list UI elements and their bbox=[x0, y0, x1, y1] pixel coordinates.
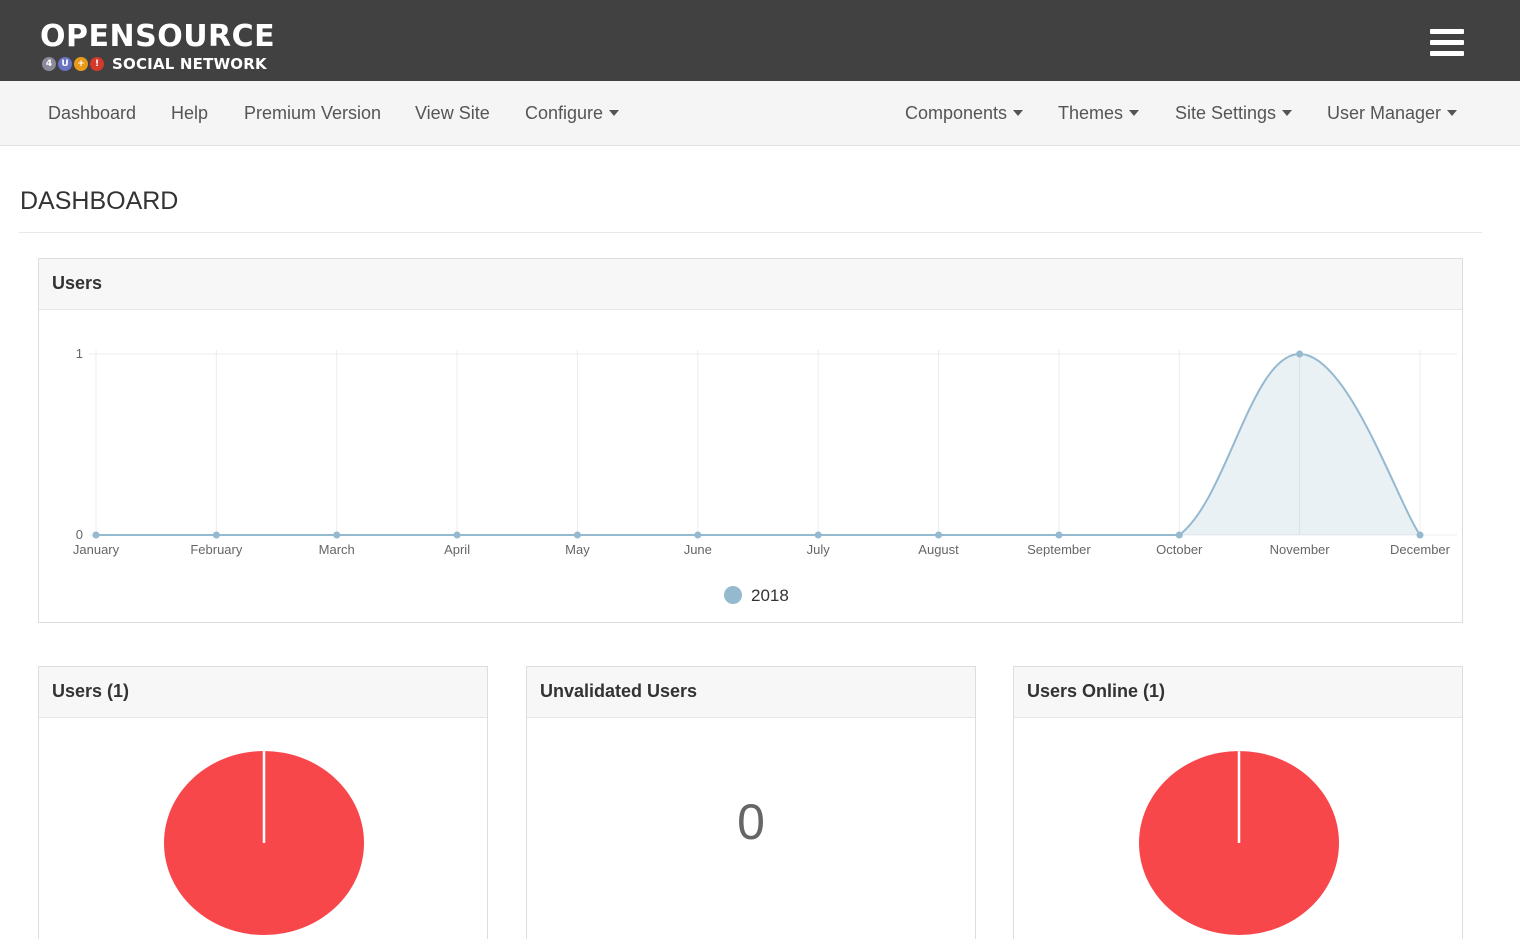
nav-themes-dropdown[interactable]: Themes bbox=[1058, 81, 1140, 145]
nav-premium-version[interactable]: Premium Version bbox=[244, 81, 381, 145]
nav-site-settings-label: Site Settings bbox=[1175, 103, 1277, 123]
nav-view-site-label: View Site bbox=[415, 103, 490, 123]
nav-user-manager-dropdown[interactable]: User Manager bbox=[1327, 81, 1458, 145]
title-divider bbox=[19, 232, 1482, 233]
data-point-october bbox=[1175, 531, 1183, 539]
data-point-august bbox=[935, 531, 943, 539]
unvalidated-users-count: 0 bbox=[737, 794, 765, 850]
data-point-april bbox=[453, 531, 461, 539]
nav-components-label: Components bbox=[905, 103, 1008, 123]
nav-help[interactable]: Help bbox=[171, 81, 208, 145]
x-tick-label: August bbox=[918, 542, 959, 557]
data-point-june bbox=[694, 531, 702, 539]
legend-swatch-2018 bbox=[724, 586, 742, 604]
logo-subtitle: SOCIAL NETWORK bbox=[112, 55, 267, 73]
top-header: OPENSOURCE 4 U + ! SOCIAL NETWORK bbox=[0, 0, 1520, 81]
x-tick-label: October bbox=[1156, 542, 1203, 557]
x-tick-label: January bbox=[73, 542, 120, 557]
data-point-february bbox=[212, 531, 220, 539]
x-tick-label: May bbox=[565, 542, 590, 557]
logo-badge-plus: + bbox=[74, 57, 88, 71]
users-chart-panel: Users 0 1 January February March April May June… bbox=[38, 258, 1463, 623]
nav-site-settings-dropdown[interactable]: Site Settings bbox=[1175, 81, 1293, 145]
x-tick-label: March bbox=[319, 542, 355, 557]
caret-down-icon bbox=[609, 110, 620, 116]
admin-navbar: Dashboard Help Premium Version View Site… bbox=[0, 81, 1520, 146]
caret-down-icon bbox=[1282, 110, 1293, 116]
series-2018-area bbox=[96, 354, 1420, 535]
users-online-pie-chart bbox=[1139, 751, 1339, 935]
nav-configure-label: Configure bbox=[525, 103, 604, 123]
hamburger-menu-icon[interactable] bbox=[1430, 29, 1464, 57]
caret-down-icon bbox=[1129, 110, 1140, 116]
users-line-chart: 0 1 January February March April May June July Au… bbox=[73, 346, 1457, 605]
x-tick-label: November bbox=[1270, 542, 1331, 557]
data-point-january bbox=[92, 531, 100, 539]
logo-badge-u: U bbox=[58, 57, 72, 71]
logo-subtitle-row: 4 U + ! SOCIAL NETWORK bbox=[42, 55, 267, 73]
nav-dashboard-label: Dashboard bbox=[48, 103, 137, 123]
nav-premium-label: Premium Version bbox=[244, 103, 382, 123]
nav-dashboard[interactable]: Dashboard bbox=[48, 81, 136, 145]
x-tick-label: September bbox=[1027, 542, 1091, 557]
nav-view-site[interactable]: View Site bbox=[415, 81, 490, 145]
users-online-panel: Users Online (1) bbox=[1013, 666, 1463, 939]
opensource-logo[interactable]: OPENSOURCE 4 U + ! SOCIAL NETWORK bbox=[40, 20, 275, 76]
logo-title: OPENSOURCE bbox=[40, 19, 276, 54]
unvalidated-users-panel: Unvalidated Users 0 bbox=[526, 666, 976, 939]
logo-badge-4: 4 bbox=[42, 57, 56, 71]
nav-configure-dropdown[interactable]: Configure bbox=[525, 81, 620, 145]
nav-user-manager-label: User Manager bbox=[1327, 103, 1442, 123]
data-point-may bbox=[573, 531, 581, 539]
logo-badge-exclaim: ! bbox=[90, 57, 104, 71]
x-tick-label: February bbox=[190, 542, 243, 557]
caret-down-icon bbox=[1013, 110, 1024, 116]
y-tick-label: 0 bbox=[76, 527, 83, 542]
data-point-november bbox=[1296, 350, 1304, 358]
data-point-july bbox=[814, 531, 822, 539]
x-tick-label: July bbox=[807, 542, 831, 557]
x-tick-label: December bbox=[1390, 542, 1451, 557]
x-tick-label: June bbox=[684, 542, 712, 557]
legend-label-2018: 2018 bbox=[751, 586, 789, 605]
users-count-panel: Users (1) bbox=[38, 666, 488, 939]
nav-help-label: Help bbox=[171, 103, 209, 123]
unvalidated-users-panel-title: Unvalidated Users bbox=[540, 681, 698, 701]
x-tick-label: April bbox=[444, 542, 470, 557]
data-point-september bbox=[1055, 531, 1063, 539]
nav-themes-label: Themes bbox=[1058, 103, 1124, 123]
users-pie-chart bbox=[164, 751, 364, 935]
unvalidated-users-panel-header: Unvalidated Users bbox=[527, 667, 975, 718]
caret-down-icon bbox=[1447, 110, 1458, 116]
data-point-december bbox=[1416, 531, 1424, 539]
nav-components-dropdown[interactable]: Components bbox=[905, 81, 1024, 145]
data-point-march bbox=[333, 531, 341, 539]
y-tick-label: 1 bbox=[76, 346, 83, 361]
page-title: DASHBOARD bbox=[20, 187, 179, 215]
